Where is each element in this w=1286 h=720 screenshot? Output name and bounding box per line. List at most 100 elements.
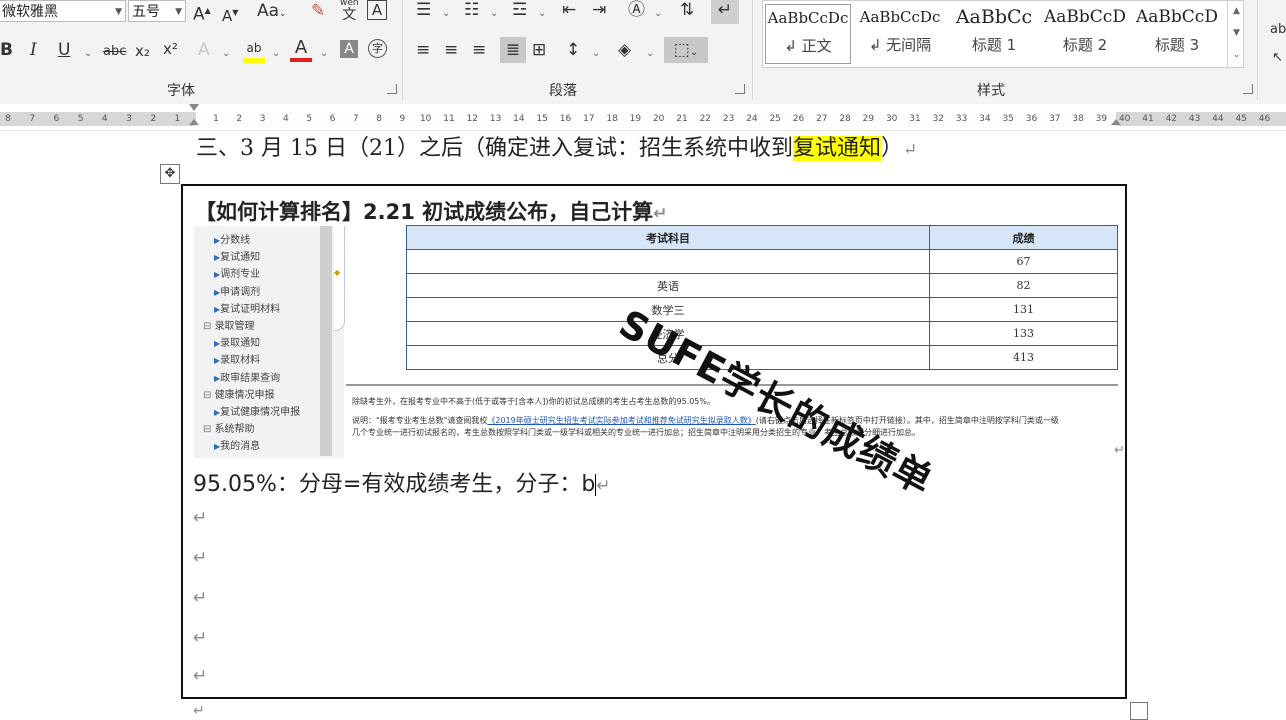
sort-icon[interactable]: ⇅ xyxy=(680,0,694,20)
ruler-number: 17 xyxy=(583,114,595,124)
align-center-icon[interactable]: ≡ xyxy=(444,40,458,60)
char-shading-button[interactable]: A xyxy=(340,40,358,58)
enclose-char-button[interactable]: 字 xyxy=(368,39,387,58)
shading-icon[interactable]: ◈ xyxy=(618,40,631,60)
ruler-number: 39 xyxy=(1095,114,1108,124)
select-icon[interactable]: ↖ xyxy=(1272,48,1283,68)
frame-title-text: 【如何计算排名】2.21 初试成绩公布，自己计算 xyxy=(195,200,654,224)
sidebar-item[interactable]: ▶我的消息 xyxy=(214,437,260,452)
chevron-down-icon[interactable]: ⌄ xyxy=(320,44,328,64)
line-spacing-icon[interactable]: ↕ xyxy=(566,40,580,60)
chevron-down-icon[interactable]: ⌄ xyxy=(654,4,662,24)
clear-format-icon[interactable]: ✎ xyxy=(311,1,325,21)
formula-line[interactable]: 95.05%：分母=有效成绩考生，分子：b↵ xyxy=(193,466,611,498)
chevron-down-icon[interactable]: ⌄ xyxy=(646,44,654,64)
table-row: 数学三 131 xyxy=(406,297,1118,322)
chevron-down-icon[interactable]: ⌄ xyxy=(272,44,280,64)
chevron-down-icon[interactable]: ⌄ xyxy=(222,44,230,64)
cell-score: 131 xyxy=(929,297,1118,322)
sidebar-item[interactable]: ▶录取材料 xyxy=(214,351,260,366)
hanging-indent-marker[interactable] xyxy=(189,119,199,125)
justify-icon[interactable]: ≣ xyxy=(500,37,526,63)
chevron-down-icon[interactable]: ⌄ xyxy=(490,4,498,24)
dialog-launcher-icon[interactable] xyxy=(387,84,397,94)
sidebar-item[interactable]: ▶调剂专业 xyxy=(214,265,260,280)
chevron-down-icon[interactable]: ⌄ xyxy=(538,4,546,24)
distributed-icon[interactable]: ⊞ xyxy=(532,40,546,60)
text-effects-button[interactable]: A xyxy=(198,40,210,60)
table-header-row: 考试科目 成绩 xyxy=(406,225,1118,250)
sidebar-item-label: 录取管理 xyxy=(214,321,255,332)
style-name: ↲ 正文 xyxy=(784,37,832,55)
style-normal[interactable]: AaBbCcDc ↲ 正文 xyxy=(765,4,851,64)
first-line-indent-marker[interactable] xyxy=(189,104,199,111)
dialog-launcher-icon[interactable] xyxy=(735,84,745,94)
score-table: 考试科目 成绩 67 英语 82 数学三 131 经济学 133 总分 413 xyxy=(406,225,1118,370)
table-row: 英语 82 xyxy=(406,273,1118,298)
sidebar-item[interactable]: ▶分数线 xyxy=(214,231,250,246)
multilevel-list-icon[interactable]: ☲ xyxy=(512,0,527,20)
sidebar-scrollbar[interactable] xyxy=(320,226,332,456)
ruler-number: 19 xyxy=(629,114,642,124)
font-size-combo[interactable]: 五号 ▼ xyxy=(128,0,186,22)
text-direction-icon[interactable]: Ⓐ xyxy=(628,0,645,20)
move-handle-icon[interactable]: ✥ xyxy=(160,164,180,184)
style-name: 标题 2 xyxy=(1062,36,1108,54)
show-marks-icon[interactable]: ↵ xyxy=(711,0,739,24)
char-border-button[interactable]: A xyxy=(367,0,387,20)
font-color-button[interactable]: A xyxy=(290,38,312,62)
chevron-down-icon[interactable]: ⌄ xyxy=(592,44,600,64)
style-no-spacing[interactable]: AaBbCcDc ↲ 无间隔 xyxy=(857,4,943,64)
increase-indent-icon[interactable]: ⇥ xyxy=(592,0,606,20)
ruler-number: 30 xyxy=(885,114,898,124)
sidebar-item[interactable]: ▶政审结果查询 xyxy=(214,369,280,384)
resize-handle[interactable] xyxy=(1130,702,1148,720)
align-right-icon[interactable]: ≡ xyxy=(472,40,486,60)
section-heading[interactable]: 三、3 月 15 日（21）之后（确定进入复试：招生系统中收到复试通知）↵ xyxy=(196,134,917,165)
shrink-font-button[interactable]: A▼ xyxy=(222,3,238,26)
ruler-number: 25 xyxy=(769,114,781,124)
ruler-number: 31 xyxy=(909,114,921,124)
ruler-number: 21 xyxy=(676,114,688,124)
sidebar-item[interactable]: ▶复试证明材料 xyxy=(214,300,280,315)
italic-button[interactable]: I xyxy=(30,40,37,60)
underline-button[interactable]: U xyxy=(58,40,70,60)
subscript-button[interactable]: x₂ xyxy=(135,41,150,61)
sidebar-item[interactable]: ⊟ 健康情况申报 xyxy=(203,386,275,401)
sidebar-item[interactable]: ▶复试通知 xyxy=(214,248,260,263)
sidebar-item[interactable]: ▶申请调剂 xyxy=(214,283,260,298)
decrease-indent-icon[interactable]: ⇤ xyxy=(562,0,576,20)
chevron-down-icon[interactable]: ⌄ xyxy=(84,44,92,64)
change-case-label: Aa xyxy=(257,1,280,21)
style-name: 标题 3 xyxy=(1154,36,1200,54)
find-replace-icon[interactable]: ab xyxy=(1270,20,1286,40)
strikethrough-button[interactable]: abc xyxy=(103,42,126,62)
right-indent-marker[interactable] xyxy=(1111,119,1121,125)
chevron-down-icon[interactable]: ⌄ xyxy=(442,4,450,24)
gallery-scroll[interactable]: ▲ ▼ ⌄ xyxy=(1227,0,1245,68)
dialog-launcher-icon[interactable] xyxy=(1243,84,1253,94)
style-heading-1[interactable]: AaBbCc 标题 1 xyxy=(948,4,1040,64)
superscript-button[interactable]: x² xyxy=(163,39,178,59)
style-preview: AaBbCc xyxy=(955,6,1033,28)
style-heading-2[interactable]: AaBbCcD 标题 2 xyxy=(1041,4,1129,64)
sidebar-item[interactable]: ▶录取通知 xyxy=(214,334,260,349)
phonetic-guide-button[interactable]: wén 文 xyxy=(340,0,359,22)
bold-button[interactable]: B xyxy=(0,40,13,60)
note-link[interactable]: 《2019年硕士研究生招生考试实际参加考试和推荐免试研究生拟录取人数》 xyxy=(487,416,755,425)
horizontal-ruler[interactable]: 8 7 6 5 4 3 2 1 1 2 3 4 5 6 7 8 9 10 11 12 13 14 15 16 17 18 19 20 2… xyxy=(0,104,1286,131)
ruler-number: 5 xyxy=(77,114,84,124)
highlight-button[interactable]: ab xyxy=(243,38,265,63)
sidebar-item[interactable]: ⊟ 系统帮助 xyxy=(203,420,255,435)
style-heading-3[interactable]: AaBbCcD 标题 3 xyxy=(1133,4,1221,64)
font-name-combo[interactable]: 微软雅黑 ▼ xyxy=(0,0,126,22)
numbering-icon[interactable]: ☷ xyxy=(464,0,479,20)
sidebar-item[interactable]: ⊟ 录取管理 xyxy=(203,317,255,332)
borders-button[interactable]: ⬚⌄ xyxy=(664,37,708,63)
bullets-icon[interactable]: ☰ xyxy=(416,0,431,20)
change-case-button[interactable]: Aa⌄ xyxy=(257,1,287,24)
align-left-icon[interactable]: ≡ xyxy=(416,40,430,60)
sidebar-item[interactable]: ▶复试健康情况申报 xyxy=(214,403,300,418)
grow-font-button[interactable]: A▲ xyxy=(193,1,211,25)
ruler-number: 2 xyxy=(150,114,157,124)
